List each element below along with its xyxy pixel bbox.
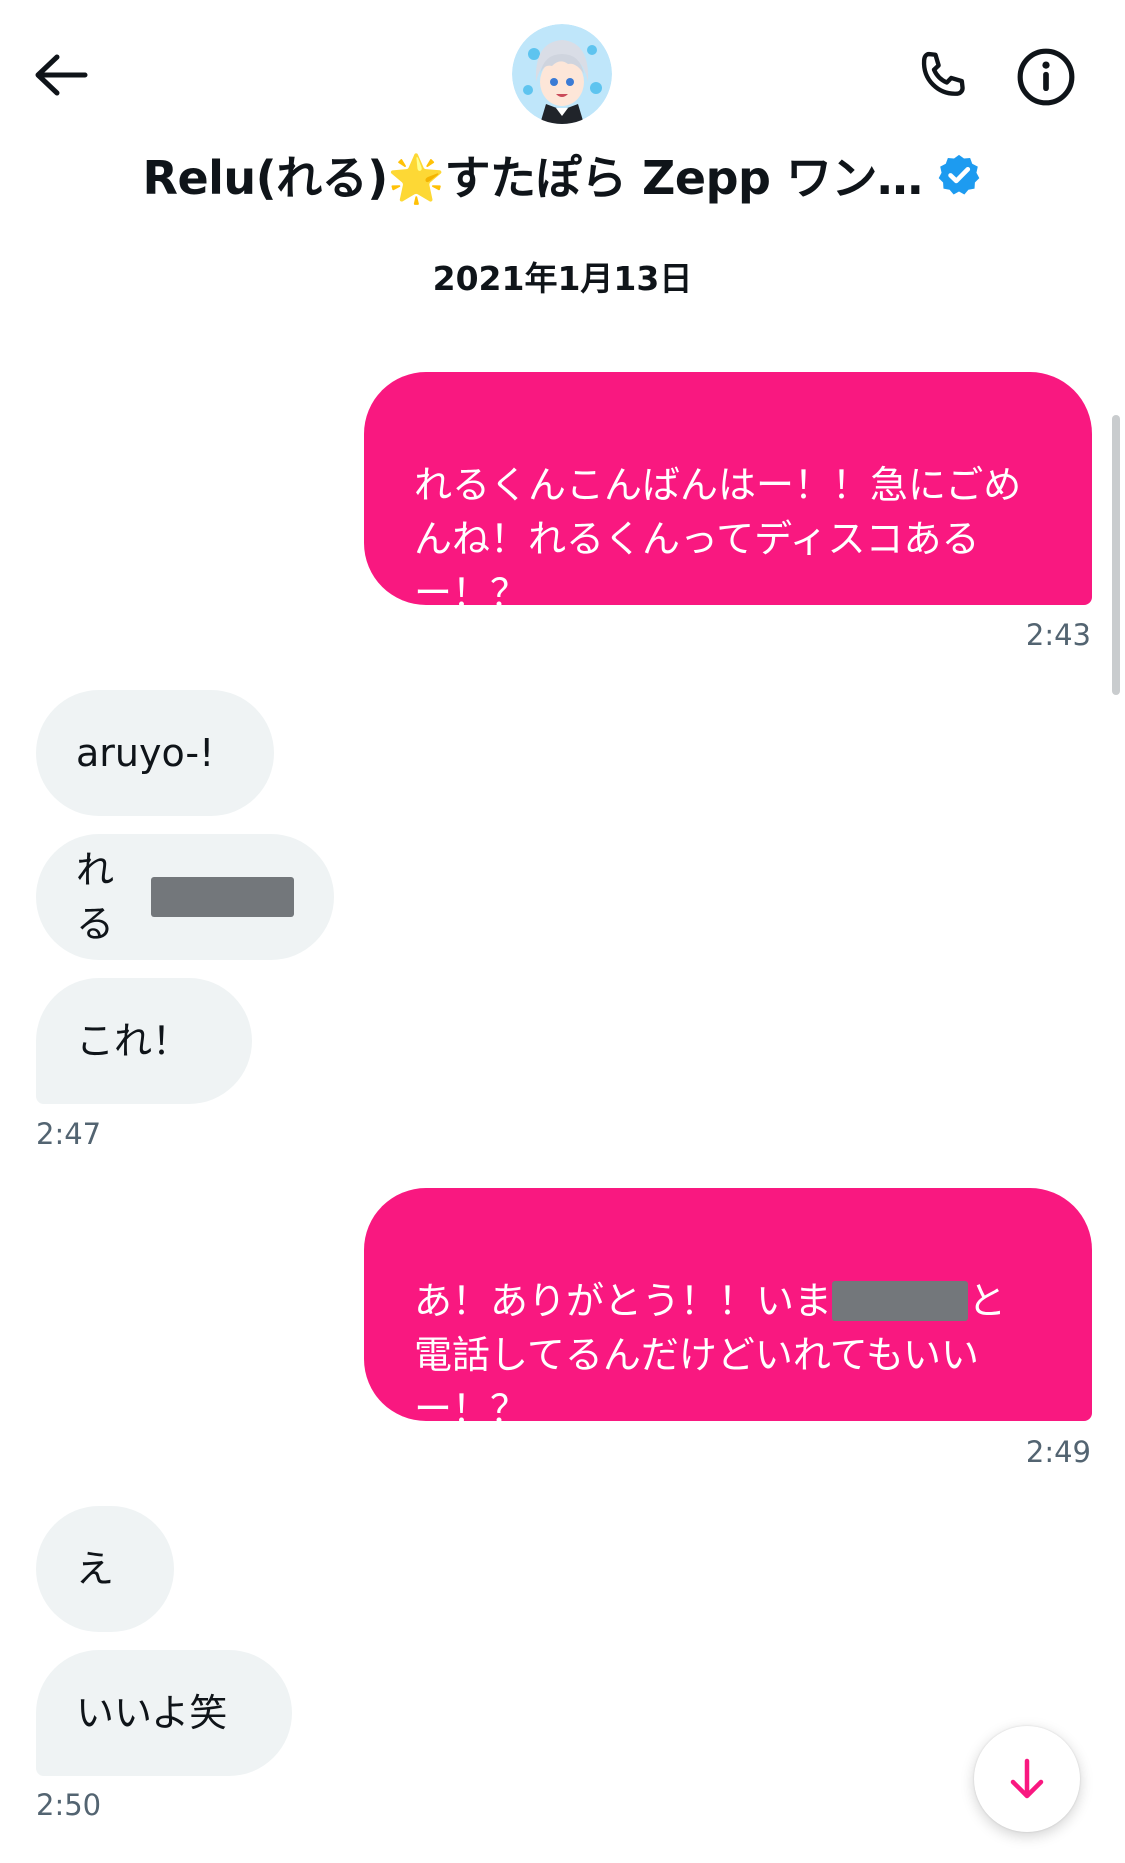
received-message[interactable]: aruyo-! (36, 690, 274, 816)
message-text: aruyo-! (76, 731, 215, 775)
verified-badge-icon (939, 154, 980, 195)
received-message[interactable]: れる (36, 834, 334, 960)
scrollbar[interactable] (1112, 415, 1120, 695)
message-text-before: あ！ありがとう！！いま (414, 1279, 833, 1323)
phone-icon (921, 51, 965, 96)
message-text: いいよ笑 (76, 1691, 228, 1735)
redacted-text (832, 1280, 969, 1321)
received-message[interactable]: え (36, 1506, 174, 1632)
redacted-text (151, 877, 294, 917)
info-circle-icon (1017, 48, 1075, 106)
message-timestamp: 2:49 (1025, 1435, 1091, 1469)
arrow-down-icon (1010, 1758, 1044, 1799)
message-text: れるくんこんばんはー！！急にごめんね！れるくんってディスコあるー！？ (414, 463, 1022, 615)
received-message[interactable]: これ！ (36, 978, 252, 1104)
message-timestamp: 2:47 (36, 1117, 102, 1151)
date-separator: 2021年1月13日 (432, 259, 693, 298)
conversation-title: Relu(れる)🌟すたぽら Zepp ワン… (142, 151, 923, 205)
arrow-left-icon (35, 54, 88, 96)
received-message[interactable]: いいよ笑 (36, 1650, 292, 1776)
message-text: れる (76, 848, 115, 946)
back-button[interactable] (26, 40, 96, 110)
sent-message[interactable]: あ！ありがとう！！いま と電話してるんだけどいれてもいいー！？ (364, 1188, 1092, 1431)
avatar[interactable] (512, 24, 612, 124)
conversation-title-row[interactable]: Relu(れる)🌟すたぽら Zepp ワン… (110, 140, 1015, 210)
scroll-to-bottom-button[interactable] (974, 1726, 1080, 1832)
message-text: これ！ (76, 1019, 191, 1063)
message-timestamp: 2:43 (1025, 618, 1091, 652)
message-timestamp: 2:50 (36, 1788, 102, 1822)
conversation-header: Relu(れる)🌟すたぽら Zepp ワン… (0, 0, 1125, 230)
call-button[interactable] (905, 40, 979, 114)
message-text: え (76, 1547, 115, 1591)
info-button[interactable] (1006, 40, 1086, 114)
sent-message[interactable]: れるくんこんばんはー！！急にごめんね！れるくんってディスコあるー！？ (364, 372, 1092, 615)
